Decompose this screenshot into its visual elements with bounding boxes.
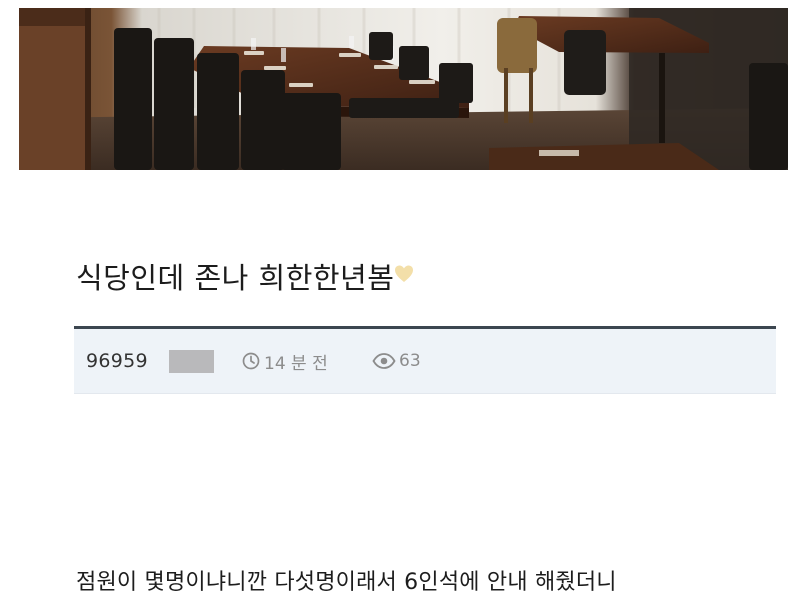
post-page: 식당인데 존나 희한한년봄 96959 14 분 전 63 점원이 몇명이냐니깐…	[0, 0, 800, 600]
heart-sticker-icon	[395, 265, 413, 282]
post-body-line: 점원이 몇명이냐니깐 다섯명이래서 6인석에 안내 해줬더니	[76, 570, 617, 595]
post-meta-bar: 96959 14 분 전 63	[74, 329, 776, 394]
restaurant-photo	[19, 8, 788, 170]
post-card: 식당인데 존나 희한한년봄 96959 14 분 전 63 점원이 몇명이냐니깐…	[66, 215, 776, 600]
post-views: 63	[372, 349, 421, 373]
eye-icon	[372, 353, 396, 369]
clock-icon	[242, 352, 260, 370]
author-redaction	[169, 350, 214, 373]
post-time: 14 분 전	[241, 349, 328, 374]
post-views-count: 63	[399, 351, 421, 371]
restaurant-interior-image	[19, 8, 788, 170]
post-time-label: 14 분 전	[264, 353, 328, 374]
author-name[interactable]: 96959	[86, 350, 148, 372]
post-title[interactable]: 식당인데 존나 희한한년봄	[76, 255, 394, 297]
